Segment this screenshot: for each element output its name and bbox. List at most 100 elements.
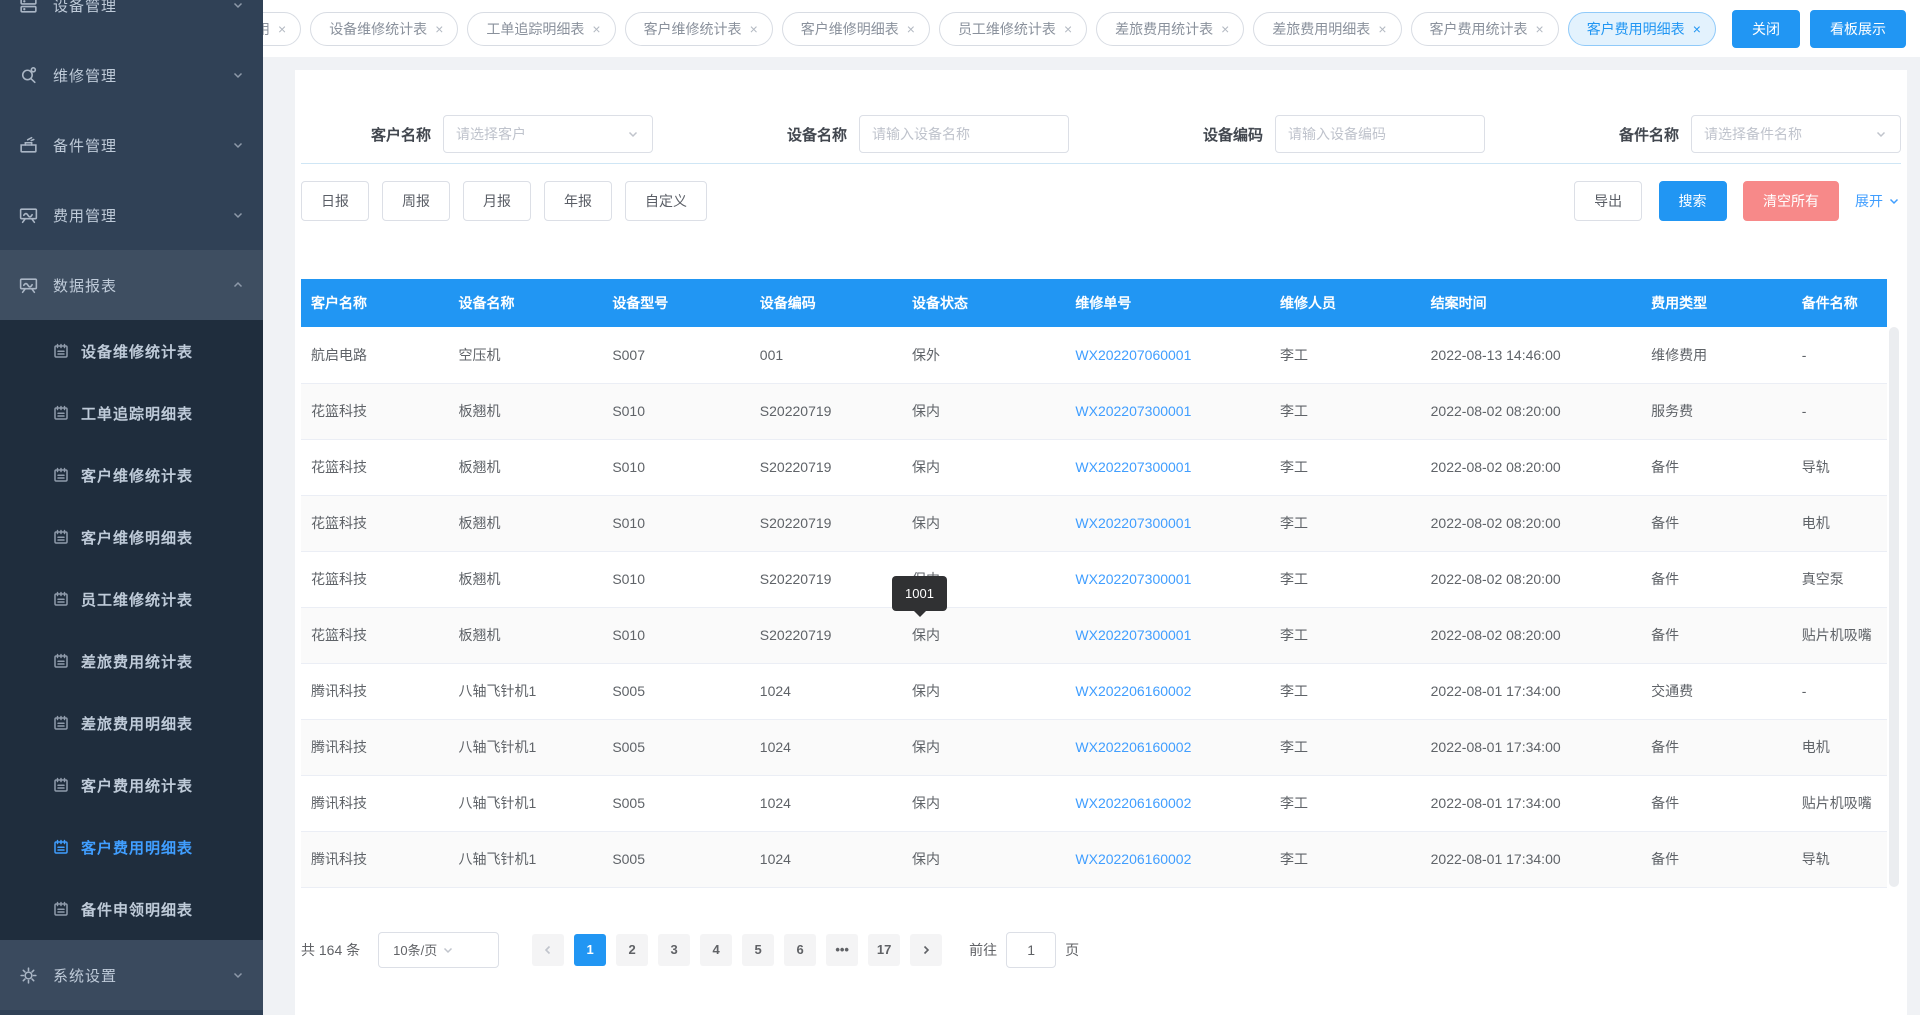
repair-order-link[interactable]: WX202207300001 (1075, 459, 1191, 475)
close-icon[interactable]: × (1693, 22, 1701, 36)
page-ellipsis[interactable]: ••• (826, 934, 858, 966)
vertical-scrollbar[interactable] (1889, 327, 1899, 887)
repair-order-link[interactable]: WX202206160002 (1075, 739, 1191, 755)
close-icon[interactable]: × (1064, 22, 1072, 36)
page-number-button[interactable]: 4 (700, 934, 732, 966)
close-icon[interactable]: × (750, 22, 758, 36)
page-size-select[interactable]: 10条/页 (378, 932, 499, 968)
close-icon[interactable]: × (1221, 22, 1229, 36)
page-number-button[interactable]: 3 (658, 934, 690, 966)
tab[interactable]: 客户维修明细表× (782, 12, 930, 46)
expand-toggle[interactable]: 展开 (1855, 191, 1901, 211)
filter-input[interactable] (1275, 115, 1485, 153)
select-placeholder: 请选择备件名称 (1704, 124, 1874, 144)
sidebar-subitem[interactable]: 客户维修统计表 (0, 444, 263, 506)
table-cell: - (1792, 327, 1887, 383)
notebook-icon (52, 528, 70, 546)
page-number-button[interactable]: 2 (616, 934, 648, 966)
table-cell: WX202207300001 (1065, 551, 1270, 607)
sidebar-item-label: 数据报表 (53, 275, 231, 296)
sidebar-item[interactable]: 费用管理 (0, 180, 263, 250)
repair-order-link[interactable]: WX202207300001 (1075, 571, 1191, 587)
report-range-button[interactable]: 日报 (301, 181, 369, 221)
sidebar-subitem[interactable]: 差旅费用明细表 (0, 692, 263, 754)
sidebar-subitem[interactable]: 客户费用明细表 (0, 816, 263, 878)
sidebar-subitem-label: 备件申领明细表 (81, 899, 263, 920)
repair-order-link[interactable]: WX202207300001 (1075, 403, 1191, 419)
tab[interactable]: 员工维修统计表× (939, 12, 1087, 46)
page-number-button[interactable]: 1 (574, 934, 606, 966)
search-button[interactable]: 搜索 (1659, 181, 1727, 221)
repair-order-link[interactable]: WX202206160002 (1075, 851, 1191, 867)
text-input[interactable] (1288, 126, 1472, 142)
sidebar-subitem[interactable]: 差旅费用统计表 (0, 630, 263, 692)
sidebar-item-reports-wrap: 数据报表 (0, 250, 263, 320)
table-header-cell: 维修单号 (1065, 279, 1270, 327)
tab-label: 工单追踪明细表 (486, 19, 584, 39)
filter-form: 客户名称请选择客户设备名称设备编码备件名称请选择备件名称 (301, 115, 1901, 153)
sidebar-item[interactable]: 备件管理 (0, 110, 263, 180)
sidebar-subitem[interactable]: 备件申领明细表 (0, 878, 263, 940)
close-icon[interactable]: × (435, 22, 443, 36)
prev-page-button[interactable] (532, 934, 564, 966)
repair-order-link[interactable]: WX202207060001 (1075, 347, 1191, 363)
report-range-button[interactable]: 年报 (544, 181, 612, 221)
next-page-button[interactable] (910, 934, 942, 966)
sidebar-item-label: 维修管理 (53, 65, 231, 86)
tab[interactable]: 客户维修统计表× (625, 12, 773, 46)
sidebar-item[interactable]: 设备管理 (0, 0, 263, 40)
sidebar-item-settings[interactable]: 系统设置 (0, 940, 263, 1010)
tab[interactable]: 设备维修统计表× (310, 12, 458, 46)
table-cell: 2022-08-01 17:34:00 (1421, 775, 1641, 831)
sidebar-subitem[interactable]: 客户维修明细表 (0, 506, 263, 568)
table-cell: 2022-08-01 17:34:00 (1421, 663, 1641, 719)
export-button[interactable]: 导出 (1574, 181, 1642, 221)
clear-all-button[interactable]: 清空所有 (1743, 181, 1839, 221)
sidebar-item-reports[interactable]: 数据报表 (0, 250, 263, 320)
notebook-icon (52, 714, 70, 732)
filter-select[interactable]: 请选择备件名称 (1691, 115, 1901, 153)
page-number-button[interactable]: 6 (784, 934, 816, 966)
report-range-button[interactable]: 周报 (382, 181, 450, 221)
table-cell: 备件 (1641, 439, 1792, 495)
sidebar-subitem-label: 工单追踪明细表 (81, 403, 263, 424)
sidebar-item[interactable]: 维修管理 (0, 40, 263, 110)
notebook-icon (52, 466, 70, 484)
sidebar-subitem[interactable]: 工单追踪明细表 (0, 382, 263, 444)
sidebar-subitem[interactable]: 员工维修统计表 (0, 568, 263, 630)
repair-order-link[interactable]: WX202206160002 (1075, 683, 1191, 699)
page-number-button[interactable]: 5 (742, 934, 774, 966)
close-icon[interactable]: × (278, 22, 286, 36)
repair-order-link[interactable]: WX202206160002 (1075, 795, 1191, 811)
repair-order-link[interactable]: WX202207300001 (1075, 627, 1191, 643)
report-range-button[interactable]: 自定义 (625, 181, 707, 221)
close-icon[interactable]: × (592, 22, 600, 36)
close-icon[interactable]: × (1536, 22, 1544, 36)
content-card: 客户名称请选择客户设备名称设备编码备件名称请选择备件名称 日报周报月报年报自定义… (295, 70, 1907, 1015)
table-cell: 1024 (750, 719, 902, 775)
board-display-button[interactable]: 看板展示 (1810, 10, 1906, 48)
close-icon[interactable]: × (1378, 22, 1386, 36)
table-row: 花篮科技板翘机S010S20220719保内1001WX202207300001… (301, 607, 1887, 663)
tab[interactable]: 工单追踪明细表 × (467, 12, 615, 46)
filter-select[interactable]: 请选择客户 (443, 115, 653, 153)
sidebar-subitem[interactable]: 客户费用统计表 (0, 754, 263, 816)
close-button[interactable]: 关闭 (1732, 10, 1800, 48)
close-icon[interactable]: × (907, 22, 915, 36)
sidebar-subitem[interactable]: 设备维修统计表 (0, 320, 263, 382)
tab[interactable]: 差旅费用明细表× (1253, 12, 1401, 46)
table-cell: 板翘机 (448, 495, 602, 551)
tab[interactable]: 客户费用明细表× (1568, 12, 1716, 46)
text-input[interactable] (872, 126, 1056, 142)
page-number-button[interactable]: 17 (868, 934, 900, 966)
table-cell: 2022-08-02 08:20:00 (1421, 439, 1641, 495)
table-cell: 腾讯科技 (301, 775, 448, 831)
tab[interactable]: 客户费用统计表× (1411, 12, 1559, 46)
goto-page-input[interactable] (1006, 932, 1056, 968)
table-cell: 维修费用 (1641, 327, 1792, 383)
report-range-button[interactable]: 月报 (463, 181, 531, 221)
filter-input[interactable] (859, 115, 1069, 153)
repair-order-link[interactable]: WX202207300001 (1075, 515, 1191, 531)
tab-partial[interactable]: 用× (263, 12, 301, 46)
tab[interactable]: 差旅费用统计表× (1096, 12, 1244, 46)
